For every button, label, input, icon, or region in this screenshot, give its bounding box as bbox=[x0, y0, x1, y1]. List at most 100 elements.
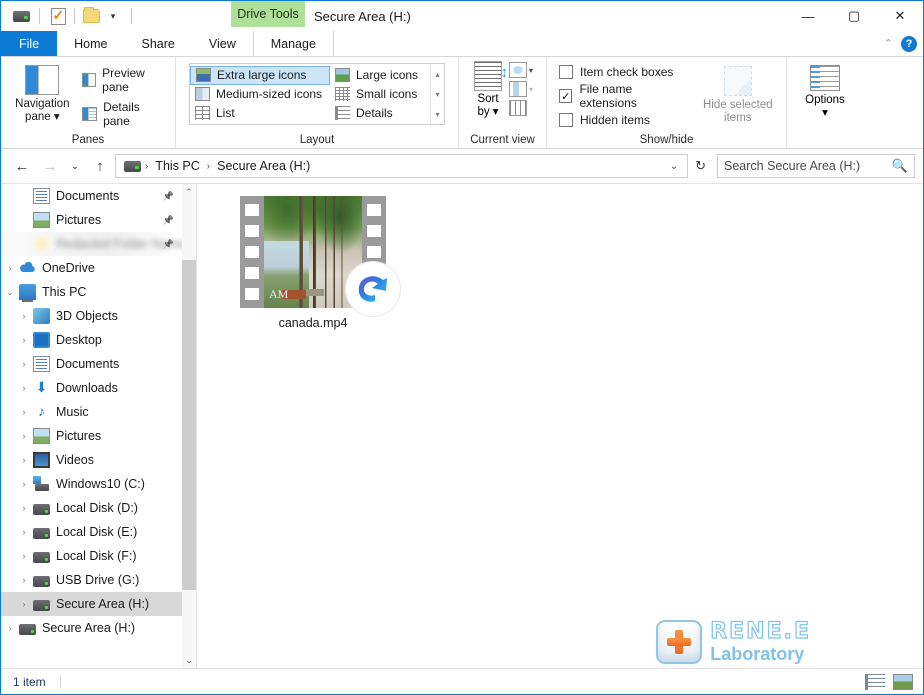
navigation-pane-button[interactable]: Navigation pane ▾ bbox=[9, 63, 76, 124]
contextual-tab-drive-tools[interactable]: Drive Tools bbox=[231, 1, 305, 27]
recent-locations-button[interactable]: ⌄ bbox=[65, 153, 85, 179]
breadcrumb-secure-area[interactable]: Secure Area (H:) bbox=[214, 159, 313, 173]
sidebar-item-downloads[interactable]: › ⬇ Downloads bbox=[1, 376, 182, 400]
expander-icon[interactable]: › bbox=[15, 359, 33, 369]
help-icon[interactable]: ? bbox=[901, 35, 917, 52]
minimize-button[interactable]: — bbox=[785, 1, 831, 31]
size-all-columns-button[interactable] bbox=[509, 100, 533, 116]
layout-option-list[interactable]: List bbox=[190, 103, 330, 122]
sidebar-item-redacted-folder-name[interactable]: Redacted Folder Name 📌 bbox=[1, 232, 185, 256]
layout-scroll-down-icon[interactable]: ▾ bbox=[435, 90, 439, 99]
expander-icon[interactable]: › bbox=[15, 383, 33, 393]
forward-button[interactable]: → bbox=[37, 153, 63, 179]
checkbox-hidden-items[interactable]: Hidden items bbox=[559, 108, 688, 132]
search-icon[interactable]: 🔍 bbox=[892, 158, 908, 174]
layout-expand-icon[interactable]: ▾ bbox=[435, 110, 439, 119]
expander-icon[interactable]: › bbox=[15, 551, 33, 561]
search-box[interactable]: Search Secure Area (H:) 🔍 bbox=[717, 154, 915, 178]
checkbox-item-check-boxes[interactable]: Item check boxes bbox=[559, 60, 688, 84]
layout-option-small-icons[interactable]: Small icons bbox=[330, 85, 430, 104]
sidebar-item-desktop[interactable]: › Desktop bbox=[1, 328, 182, 352]
sidebar-item-documents[interactable]: › Documents bbox=[1, 352, 182, 376]
file-thumbnail[interactable]: AM bbox=[240, 196, 400, 316]
expander-icon[interactable]: › bbox=[15, 527, 33, 537]
scrollbar-track[interactable] bbox=[182, 200, 196, 652]
layout-scroll-up-icon[interactable]: ▴ bbox=[435, 70, 439, 79]
checkbox-file-name-extensions[interactable]: ✓ File name extensions bbox=[559, 82, 688, 110]
pin-icon[interactable]: 📌 bbox=[163, 215, 174, 226]
expander-icon[interactable]: › bbox=[15, 479, 33, 489]
file-item-canada-mp4[interactable]: AM canada.mp4 bbox=[233, 196, 400, 330]
sidebar-item-onedrive[interactable]: › OneDrive bbox=[1, 256, 182, 280]
expander-icon[interactable]: › bbox=[15, 431, 33, 441]
tab-share[interactable]: Share bbox=[125, 31, 192, 56]
expander-icon[interactable]: › bbox=[15, 407, 33, 417]
expander-icon[interactable]: › bbox=[15, 311, 33, 321]
breadcrumb-this-pc[interactable]: This PC bbox=[152, 159, 202, 173]
collapse-ribbon-icon[interactable]: ⌃ bbox=[884, 37, 893, 50]
expander-icon[interactable]: ⌄ bbox=[1, 287, 19, 298]
tab-view[interactable]: View bbox=[192, 31, 253, 56]
expander-icon[interactable]: › bbox=[15, 455, 33, 465]
details-pane-button[interactable]: Details pane bbox=[81, 100, 167, 128]
new-folder-icon[interactable] bbox=[80, 5, 102, 27]
layout-option-details[interactable]: Details bbox=[330, 103, 430, 122]
sidebar-item-local-disk-e[interactable]: › Local Disk (E:) bbox=[1, 520, 182, 544]
tab-home[interactable]: Home bbox=[57, 31, 124, 56]
sidebar-item-secure-area-h[interactable]: › Secure Area (H:) bbox=[1, 616, 182, 640]
expander-icon[interactable]: › bbox=[1, 263, 19, 273]
sidebar-item-this-pc[interactable]: ⌄ This PC bbox=[1, 280, 182, 304]
customize-quick-access-caret[interactable]: ▾ bbox=[102, 5, 124, 27]
back-button[interactable]: ← bbox=[9, 153, 35, 179]
pin-icon[interactable]: 📌 bbox=[163, 239, 174, 250]
sort-by-button[interactable]: Sort by ▾ bbox=[467, 61, 509, 119]
options-button[interactable]: Options ▾ bbox=[795, 65, 855, 120]
maximize-button[interactable]: ▢ bbox=[831, 1, 877, 31]
file-name-extensions-checkbox[interactable]: ✓ bbox=[559, 89, 573, 103]
scroll-down-icon[interactable]: ⌄ bbox=[185, 652, 193, 668]
refresh-icon[interactable]: ↻ bbox=[690, 158, 711, 174]
search-input[interactable]: Search Secure Area (H:) bbox=[724, 159, 892, 173]
large-icons-view-button[interactable] bbox=[893, 673, 913, 690]
expander-icon[interactable]: › bbox=[1, 623, 19, 633]
tab-manage[interactable]: Manage bbox=[252, 31, 334, 56]
file-name-extensions-label: File name extensions bbox=[579, 82, 637, 110]
expander-icon[interactable]: › bbox=[15, 335, 33, 345]
preview-pane-button[interactable]: Preview pane bbox=[81, 66, 167, 94]
hidden-items-checkbox[interactable] bbox=[559, 113, 573, 127]
address-field[interactable]: › This PC › Secure Area (H:) ⌄ bbox=[115, 154, 689, 178]
expander-icon[interactable]: › bbox=[15, 599, 33, 609]
item-check-boxes-checkbox[interactable] bbox=[559, 65, 573, 79]
up-button[interactable]: ↑ bbox=[87, 153, 113, 179]
sidebar-item-music[interactable]: › ♪ Music bbox=[1, 400, 182, 424]
address-dropdown-icon[interactable]: ⌄ bbox=[665, 161, 683, 172]
close-button[interactable]: ✕ bbox=[877, 1, 923, 31]
sidebar-item-documents[interactable]: Documents 📌 bbox=[1, 184, 182, 208]
expander-icon[interactable]: › bbox=[15, 575, 33, 585]
properties-icon[interactable] bbox=[47, 5, 69, 27]
details-view-button[interactable] bbox=[865, 673, 885, 690]
layout-option-large-icons[interactable]: Large icons bbox=[330, 66, 430, 85]
scroll-up-icon[interactable]: ⌃ bbox=[185, 184, 193, 200]
expander-icon[interactable]: › bbox=[15, 503, 33, 513]
sidebar-item-secure-area-h[interactable]: › Secure Area (H:) bbox=[1, 592, 182, 616]
add-columns-button[interactable]: ▾ bbox=[509, 81, 533, 97]
sidebar-item-pictures[interactable]: Pictures 📌 bbox=[1, 208, 182, 232]
tab-file[interactable]: File bbox=[1, 31, 58, 56]
ribbon-group-current-view-label: Current view bbox=[470, 134, 535, 146]
sidebar-item-local-disk-f[interactable]: › Local Disk (F:) bbox=[1, 544, 182, 568]
pin-icon[interactable]: 📌 bbox=[163, 191, 174, 202]
sidebar-item-videos[interactable]: › Videos bbox=[1, 448, 182, 472]
sidebar-item-3d-objects[interactable]: › 3D Objects bbox=[1, 304, 182, 328]
navigation-scrollbar[interactable]: ⌃ ⌄ bbox=[182, 184, 196, 668]
sidebar-item-local-disk-d[interactable]: › Local Disk (D:) bbox=[1, 496, 182, 520]
sidebar-item-pictures[interactable]: › Pictures bbox=[1, 424, 182, 448]
sidebar-item-usb-drive-g[interactable]: › USB Drive (G:) bbox=[1, 568, 182, 592]
scrollbar-thumb[interactable] bbox=[182, 260, 196, 590]
sidebar-item-windows10-c[interactable]: › Windows10 (C:) bbox=[1, 472, 182, 496]
layout-option-medium-sized-icons[interactable]: Medium-sized icons bbox=[190, 85, 330, 104]
file-list-pane[interactable]: AM canada.mp4 bbox=[197, 184, 923, 668]
drive-icon[interactable] bbox=[10, 5, 32, 27]
layout-option-extra-large-icons[interactable]: Extra large icons bbox=[190, 66, 330, 85]
group-by-button[interactable]: ▾ bbox=[509, 62, 533, 78]
